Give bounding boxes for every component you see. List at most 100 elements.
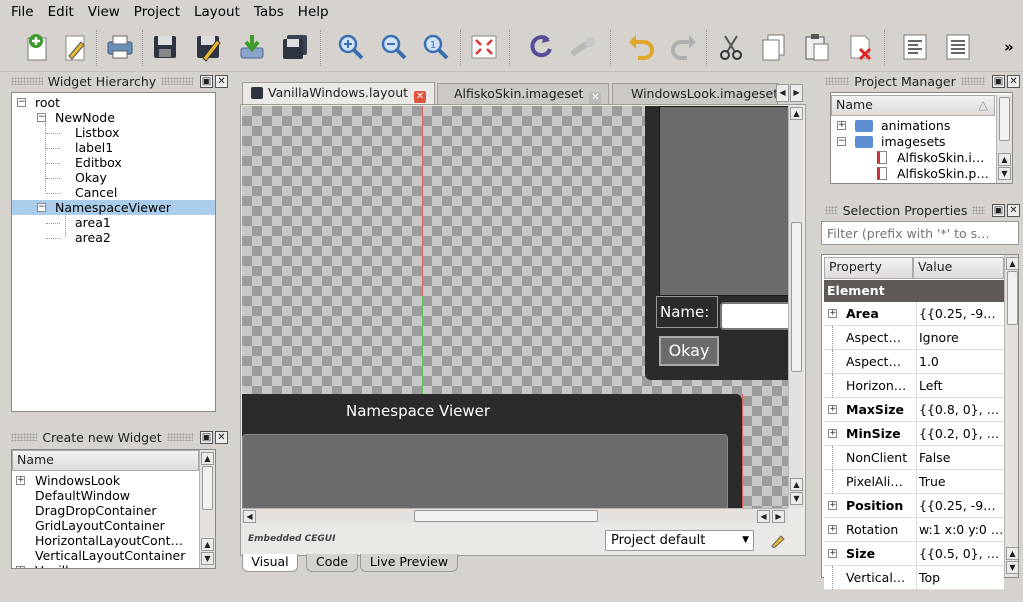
tree-node-newnode[interactable]: NewNode <box>55 110 115 125</box>
listbox-area[interactable] <box>659 106 788 296</box>
toolbar-overflow-button[interactable]: » <box>1004 38 1014 56</box>
widget-type-item[interactable]: DragDropContainer <box>35 503 157 518</box>
property-value[interactable]: Top <box>916 566 1002 589</box>
property-value[interactable]: {{0.25, -9… <box>916 302 1002 325</box>
menu-project[interactable]: Project <box>127 0 187 24</box>
expand-icon[interactable]: + <box>16 476 25 485</box>
property-row[interactable]: Aspect… 1.0 <box>824 350 1004 374</box>
tree-node-listbox[interactable]: Listbox <box>75 125 119 140</box>
scroll-up-button[interactable]: ▲ <box>998 153 1011 166</box>
collapse-icon[interactable]: − <box>17 98 26 107</box>
property-row[interactable]: + Position {{0.25, -9… <box>824 494 1004 518</box>
view-tab-visual[interactable]: Visual <box>242 554 298 572</box>
scroll-right-button[interactable]: ▶ <box>772 510 785 523</box>
widget-type-item[interactable]: Vanilla <box>35 563 76 568</box>
collapse-icon[interactable]: − <box>37 203 46 212</box>
create-widget-header[interactable]: Name <box>12 450 199 471</box>
zoom-reset-icon[interactable]: 1 <box>419 30 453 64</box>
save-edit-icon[interactable] <box>191 30 225 64</box>
wrench-icon[interactable] <box>566 30 600 64</box>
property-row[interactable]: NonClient False <box>824 446 1004 470</box>
reload-icon[interactable] <box>524 30 558 64</box>
canvas-horizontal-scrollbar[interactable]: ◀ ◀ ▶ <box>242 508 788 523</box>
view-tab-live-preview[interactable]: Live Preview <box>360 554 458 572</box>
view-tab-code[interactable]: Code <box>306 554 358 572</box>
close-icon[interactable]: ✕ <box>215 74 229 88</box>
cut-icon[interactable] <box>714 30 748 64</box>
scroll-left-button[interactable]: ◀ <box>757 510 770 523</box>
property-value[interactable]: w:1 x:0 y:0 … <box>916 518 1002 541</box>
save-all-icon[interactable] <box>278 30 312 64</box>
float-icon[interactable]: ▣ <box>200 430 213 444</box>
menu-edit[interactable]: Edit <box>41 0 81 24</box>
layout-canvas[interactable]: Name: Okay Namespace Viewer <box>242 106 788 508</box>
property-value[interactable]: False <box>916 446 1002 469</box>
expand-icon[interactable]: + <box>16 566 25 568</box>
undo-icon[interactable] <box>624 30 658 64</box>
menu-view[interactable]: View <box>81 0 127 24</box>
float-icon[interactable]: ▣ <box>992 203 1005 217</box>
menu-help[interactable]: Help <box>291 0 336 24</box>
tree-node-label1[interactable]: label1 <box>75 140 113 155</box>
property-row[interactable]: PixelAli… True <box>824 470 1004 494</box>
scroll-up-button[interactable]: ▲ <box>1006 257 1018 270</box>
name-editbox[interactable] <box>720 302 788 330</box>
widget-type-item[interactable]: HorizontalLayoutCont… <box>35 533 183 548</box>
property-row[interactable]: Aspect… Ignore <box>824 326 1004 350</box>
scroll-left-button[interactable]: ◀ <box>243 510 256 523</box>
property-row[interactable]: + MaxSize {{0.8, 0}, … <box>824 398 1004 422</box>
property-value[interactable]: Ignore <box>916 326 1002 349</box>
tree-node-area1[interactable]: area1 <box>75 215 111 230</box>
property-category-element[interactable]: Element <box>824 280 1004 302</box>
edit-pencil-icon[interactable] <box>770 532 786 549</box>
tree-node-area2[interactable]: area2 <box>75 230 111 245</box>
widget-type-item[interactable]: DefaultWindow <box>35 488 130 503</box>
property-value[interactable]: Left <box>916 374 1002 397</box>
align-justify-icon[interactable] <box>941 30 975 64</box>
save-icon[interactable] <box>148 30 182 64</box>
project-item-animations[interactable]: animations <box>881 118 950 133</box>
expand-icon[interactable]: + <box>828 309 837 318</box>
properties-scrollbar[interactable]: ▲ ▲ ▼ <box>1004 255 1018 577</box>
copy-icon[interactable] <box>757 30 791 64</box>
align-left-icon[interactable] <box>898 30 932 64</box>
property-value[interactable]: 1.0 <box>916 350 1002 373</box>
scroll-up-button[interactable]: ▲ <box>790 478 803 491</box>
float-icon[interactable]: ▣ <box>200 74 214 88</box>
property-value[interactable]: True <box>916 470 1002 493</box>
scroll-thumb[interactable] <box>791 222 802 372</box>
expand-icon[interactable]: + <box>828 501 837 510</box>
tree-node-root[interactable]: root <box>35 95 60 110</box>
download-icon[interactable] <box>235 30 269 64</box>
delete-icon[interactable] <box>843 30 877 64</box>
redo-icon[interactable] <box>667 30 701 64</box>
widget-type-item[interactable]: GridLayoutContainer <box>35 518 165 533</box>
close-icon[interactable]: ✕ <box>215 430 228 444</box>
property-row[interactable]: Vertical… Top <box>824 566 1004 590</box>
tab-scroll-right-button[interactable]: ▶ <box>790 84 803 102</box>
scroll-thumb[interactable] <box>999 97 1010 141</box>
menu-layout[interactable]: Layout <box>187 0 247 24</box>
property-row[interactable]: + Size {{0.5, 0}, … <box>824 542 1004 566</box>
close-icon[interactable]: ✕ <box>414 91 427 103</box>
fit-screen-icon[interactable] <box>467 30 501 64</box>
close-icon[interactable]: ✕ <box>589 92 602 104</box>
menu-file[interactable]: File <box>4 0 41 24</box>
project-item-imagesets[interactable]: imagesets <box>881 134 946 149</box>
tab-scroll-left-button[interactable]: ◀ <box>776 84 789 102</box>
okay-button[interactable]: Okay <box>659 336 719 366</box>
scroll-thumb[interactable] <box>202 466 213 510</box>
expand-icon[interactable]: + <box>828 429 837 438</box>
property-row[interactable]: + Area {{0.25, -9… <box>824 302 1004 326</box>
property-value[interactable]: {{0.25, -9… <box>916 494 1002 517</box>
project-select[interactable]: Project default ▼ <box>605 530 754 551</box>
tree-node-okay[interactable]: Okay <box>75 170 107 185</box>
tab-windowslook-imageset[interactable]: WindowsLook.imageset <box>612 83 778 105</box>
project-file-item[interactable]: AlfiskoSkin.i… <box>897 150 984 165</box>
scroll-down-button[interactable]: ▼ <box>998 167 1011 180</box>
close-icon[interactable]: ✕ <box>1007 203 1020 217</box>
property-row[interactable]: Horizon… Left <box>824 374 1004 398</box>
scroll-down-button[interactable]: ▼ <box>790 492 803 505</box>
collapse-icon[interactable]: − <box>37 113 46 122</box>
scroll-down-button[interactable]: ▼ <box>1006 561 1018 574</box>
